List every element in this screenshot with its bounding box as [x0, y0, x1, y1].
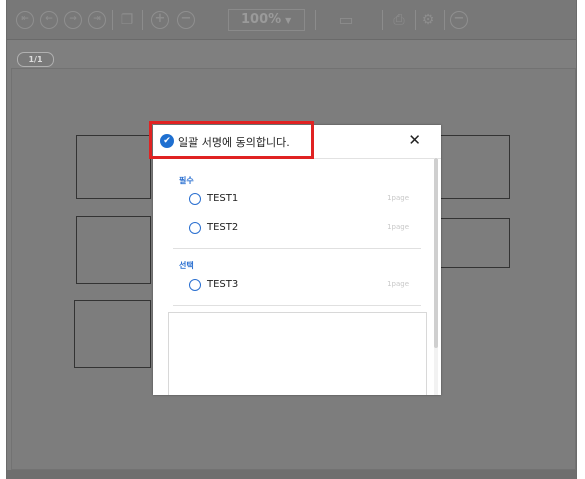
- toolbar-divider: [142, 10, 143, 30]
- divider: [173, 305, 421, 306]
- highlight-box: [149, 121, 314, 159]
- toolbar-divider: [415, 10, 416, 30]
- doc-field-box: [440, 135, 510, 199]
- close-doc-icon[interactable]: −: [450, 11, 468, 29]
- toolbar-divider: [382, 10, 383, 30]
- close-button[interactable]: ✕: [408, 131, 421, 149]
- list-item[interactable]: TEST3 1page: [189, 278, 409, 294]
- next-page-icon[interactable]: →: [64, 11, 82, 29]
- scrollbar-thumb[interactable]: [434, 158, 438, 348]
- print-settings-icon[interactable]: ⚙: [419, 11, 437, 29]
- bottom-scrollbar[interactable]: [7, 470, 576, 479]
- list-item[interactable]: TEST1 1page: [189, 192, 409, 208]
- batch-sign-dialog: ✔ 일괄 서명에 동의합니다. ✕ 필수 TEST1 1page TEST2 1…: [153, 125, 441, 395]
- list-item[interactable]: TEST2 1page: [189, 221, 409, 237]
- last-page-icon[interactable]: ⇥: [88, 11, 106, 29]
- toolbar-divider: [315, 10, 316, 30]
- item-name: TEST2: [207, 222, 239, 233]
- page-copy-icon[interactable]: ❐: [118, 11, 136, 29]
- item-pages: 1page: [387, 223, 409, 231]
- toolbar-divider: [112, 10, 113, 30]
- radio-circle-icon[interactable]: [189, 279, 201, 291]
- doc-field-box: [76, 135, 151, 199]
- signature-area[interactable]: [168, 312, 427, 395]
- radio-circle-icon[interactable]: [189, 222, 201, 234]
- group-title-required: 필수: [179, 176, 194, 185]
- zoom-in-icon[interactable]: +: [151, 11, 169, 29]
- print-icon[interactable]: ⎙: [390, 11, 408, 29]
- item-name: TEST3: [207, 279, 239, 290]
- first-page-icon[interactable]: ⇤: [16, 11, 34, 29]
- toolbar: ⇤ ← → ⇥ ❐ + − 100% ▼ ▭ ⎙ ⚙ −: [7, 0, 576, 40]
- page-indicator: 1/1: [17, 52, 54, 67]
- doc-field-box: [76, 216, 151, 284]
- zoom-value: 100%: [241, 12, 282, 27]
- doc-field-box: [440, 218, 510, 268]
- toolbar-divider: [444, 10, 445, 30]
- divider: [173, 248, 421, 249]
- zoom-out-icon[interactable]: −: [177, 11, 195, 29]
- zoom-select[interactable]: 100% ▼: [228, 9, 305, 31]
- item-name: TEST1: [207, 193, 239, 204]
- prev-page-icon[interactable]: ←: [40, 11, 58, 29]
- group-title-optional: 선택: [179, 261, 194, 270]
- chevron-down-icon: ▼: [285, 16, 292, 25]
- radio-circle-icon[interactable]: [189, 193, 201, 205]
- doc-field-box: [74, 300, 151, 368]
- item-pages: 1page: [387, 280, 409, 288]
- item-pages: 1page: [387, 194, 409, 202]
- save-icon[interactable]: ▭: [337, 11, 355, 29]
